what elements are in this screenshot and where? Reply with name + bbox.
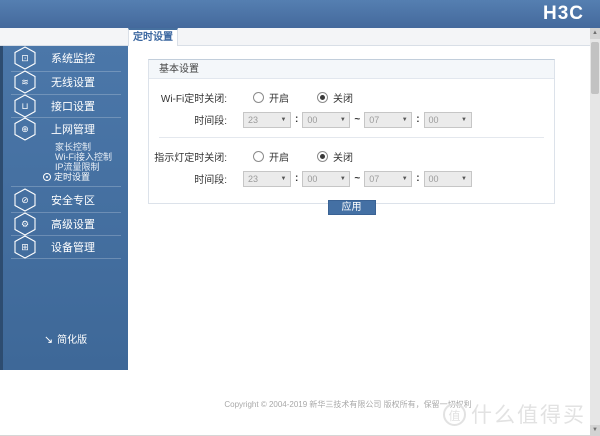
led-time-range-group: 23▼ : 00▼ ~ 07▼ : 00▼: [243, 171, 472, 187]
scrollbar-thumb[interactable]: [591, 42, 599, 94]
sidebar-item-advanced-settings[interactable]: ⚙ 高级设置: [3, 213, 128, 235]
section-divider: [159, 137, 544, 138]
wifi-end-hour-select[interactable]: 07▼: [364, 112, 412, 128]
led-time-range-row: 时间段: 23▼ : 00▼ ~ 07▼ : 00▼: [149, 168, 554, 189]
wifi-timer-off-option[interactable]: 关闭: [317, 90, 353, 105]
radio-checked-icon[interactable]: [317, 151, 328, 162]
sidebar-divider: [11, 186, 121, 187]
sidebar-item-device-management[interactable]: ⊞ 设备管理: [3, 236, 128, 258]
radio-checked-icon[interactable]: [317, 92, 328, 103]
sidebar-item-interface-settings[interactable]: ⊔ 接口设置: [3, 95, 128, 117]
radio-unchecked-icon[interactable]: [253, 151, 264, 162]
chevron-down-icon: ▼: [277, 117, 290, 123]
tab-timer-settings[interactable]: 定时设置: [128, 28, 178, 46]
chevron-down-icon: ▼: [458, 176, 471, 182]
colon-separator: :: [416, 173, 419, 184]
wifi-timer-label: Wi-Fi定时关闭:: [149, 90, 227, 105]
time-range-label: 时间段:: [149, 112, 227, 127]
sidebar-item-wireless-settings[interactable]: ≋ 无线设置: [3, 71, 128, 93]
sidebar-subitem-timer-settings[interactable]: 定时设置: [43, 171, 90, 183]
h3c-logo: H3C: [543, 3, 584, 25]
simplified-version-label: 简化版: [57, 335, 87, 346]
wifi-time-range-row: 时间段: 23▼ : 00▼ ~ 07▼ : 00▼: [149, 109, 554, 130]
led-start-hour-select[interactable]: 23▼: [243, 171, 291, 187]
smzdm-logo-icon: 值: [443, 403, 466, 426]
chevron-down-icon: ▼: [336, 176, 349, 182]
sidebar-item-internet-management[interactable]: ⊕ 上网管理: [3, 118, 128, 140]
interface-icon: ⊔: [14, 94, 36, 118]
apply-button[interactable]: 应用: [328, 200, 376, 215]
wifi-time-range-group: 23▼ : 00▼ ~ 07▼ : 00▼: [243, 112, 472, 128]
tab-strip: [0, 28, 590, 46]
led-timer-radio-group: 开启 关闭: [253, 149, 381, 164]
vertical-scrollbar[interactable]: ▲ ▼: [590, 28, 600, 436]
colon-separator: :: [295, 173, 298, 184]
wifi-timer-on-option[interactable]: 开启: [253, 90, 289, 105]
colon-separator: :: [416, 114, 419, 125]
led-end-minute-select[interactable]: 00▼: [424, 171, 472, 187]
wifi-start-minute-select[interactable]: 00▼: [302, 112, 350, 128]
chevron-down-icon: ▼: [458, 117, 471, 123]
top-header: H3C: [0, 0, 600, 28]
sidebar-item-label: 无线设置: [51, 74, 95, 90]
scroll-up-icon[interactable]: ▲: [590, 28, 600, 39]
basic-settings-panel: 基本设置 Wi-Fi定时关闭: 开启 关闭 时间段: 23▼ : 00▼ ~ 0…: [148, 59, 555, 204]
sidebar-nav: ⊡ 系统监控 ≋ 无线设置 ⊔ 接口设置 ⊕ 上网管理 家长控制 Wi-Fi接入…: [0, 46, 128, 370]
gear-icon: ⚙: [14, 212, 36, 236]
chevron-down-icon: ▼: [277, 176, 290, 182]
sidebar-item-label: 高级设置: [51, 216, 95, 232]
radio-unchecked-icon[interactable]: [253, 92, 264, 103]
selected-dot-icon: [43, 173, 51, 181]
simplified-version-icon: ↘: [44, 334, 53, 346]
led-timer-row: 指示灯定时关闭: 开启 关闭: [149, 146, 554, 167]
smzdm-watermark: 值 什么值得买: [443, 399, 586, 429]
sidebar-item-label: 接口设置: [51, 98, 95, 114]
wireless-icon: ≋: [14, 70, 36, 94]
led-start-minute-select[interactable]: 00▼: [302, 171, 350, 187]
led-timer-on-option[interactable]: 开启: [253, 149, 289, 164]
scroll-down-icon[interactable]: ▼: [590, 425, 600, 436]
led-end-hour-select[interactable]: 07▼: [364, 171, 412, 187]
sidebar-item-security-zone[interactable]: ⊘ 安全专区: [3, 189, 128, 211]
sidebar-item-label: 安全专区: [51, 192, 95, 208]
sidebar-item-label: 系统监控: [51, 50, 95, 66]
watermark-text: 什么值得买: [471, 399, 586, 429]
device-icon: ⊞: [14, 235, 36, 259]
wifi-timer-row: Wi-Fi定时关闭: 开启 关闭: [149, 87, 554, 108]
led-timer-label: 指示灯定时关闭:: [149, 149, 227, 164]
security-lock-icon: ⊘: [14, 188, 36, 212]
chevron-down-icon: ▼: [398, 117, 411, 123]
colon-separator: :: [295, 114, 298, 125]
tilde-separator: ~: [354, 173, 360, 184]
sidebar-item-label: 设备管理: [51, 239, 95, 255]
sidebar-divider: [11, 258, 121, 259]
tilde-separator: ~: [354, 114, 360, 125]
system-monitor-icon: ⊡: [14, 46, 36, 70]
internet-management-icon: ⊕: [14, 117, 36, 141]
panel-title: 基本设置: [149, 60, 554, 79]
wifi-timer-radio-group: 开启 关闭: [253, 90, 381, 105]
wifi-end-minute-select[interactable]: 00▼: [424, 112, 472, 128]
time-range-label: 时间段:: [149, 171, 227, 186]
chevron-down-icon: ▼: [398, 176, 411, 182]
led-timer-off-option[interactable]: 关闭: [317, 149, 353, 164]
sidebar-subitem-label: 定时设置: [54, 172, 90, 182]
simplified-version-link[interactable]: ↘ 简化版: [3, 331, 128, 346]
wifi-start-hour-select[interactable]: 23▼: [243, 112, 291, 128]
sidebar-item-system-monitor[interactable]: ⊡ 系统监控: [3, 47, 128, 69]
sidebar-item-label: 上网管理: [51, 121, 95, 137]
chevron-down-icon: ▼: [336, 117, 349, 123]
